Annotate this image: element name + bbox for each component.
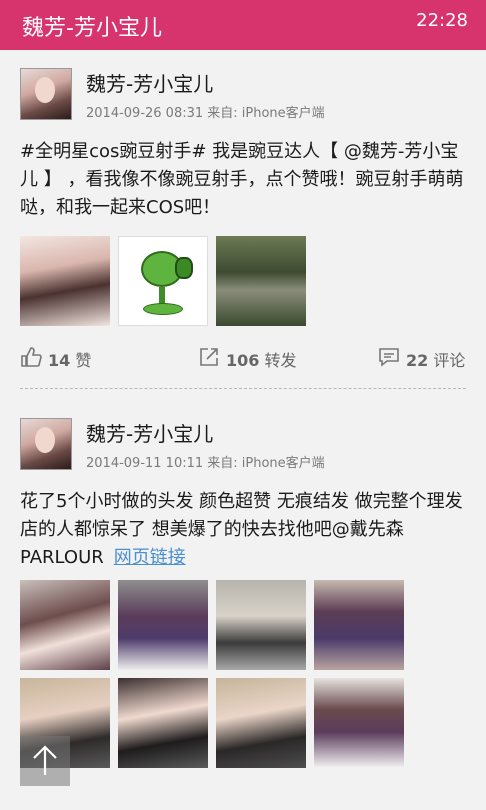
comment-count: 22 [406,351,429,370]
post-text: 花了5个小时做的头发 颜色超赞 无痕结发 做完整个理发店的人都惊呆了 想美爆了的… [20,491,463,568]
comment-icon [379,348,399,367]
post-author[interactable]: 魏芳-芳小宝儿 [86,68,213,97]
status-clock: 22:28 [416,10,468,31]
post-meta: 2014-09-26 08:31 来自: iPhone客户端 [86,106,325,121]
avatar[interactable] [20,418,72,470]
avatar[interactable] [20,68,72,120]
comment-label: 评论 [433,351,466,370]
post-image[interactable] [216,678,306,768]
like-count: 14 [48,351,71,370]
post-content: 花了5个小时做的头发 颜色超赞 无痕结发 做完整个理发店的人都惊呆了 想美爆了的… [20,488,476,572]
post-image[interactable] [216,580,306,670]
post-image[interactable] [20,236,110,326]
post-actions: 14 赞 106 转发 22 评论 [0,340,486,376]
post-content: #全明星cos豌豆射手# 我是豌豆达人【 @魏芳-芳小宝儿 】 ，看我像不像豌豆… [20,141,464,218]
post-image[interactable] [118,236,208,326]
share-icon [200,348,218,366]
scroll-to-top-button[interactable] [20,736,70,786]
post-image[interactable] [118,580,208,670]
like-label: 赞 [75,351,92,370]
post-image[interactable] [118,678,208,768]
thumbs-up-icon [21,347,42,367]
weibo-feed[interactable]: 魏芳-芳小宝儿 2014-09-26 08:31 来自: iPhone客户端 #… [0,50,486,810]
post-image[interactable] [20,580,110,670]
post-image[interactable] [314,678,404,768]
arrow-up-icon [33,745,57,775]
page-title: 魏芳-芳小宝儿 [22,16,162,41]
post-image[interactable] [314,580,404,670]
post-image[interactable] [216,236,306,326]
post-meta: 2014-09-11 10:11 来自: iPhone客户端 [86,456,325,471]
web-link[interactable]: 网页链接 [114,547,186,568]
app-header: 魏芳-芳小宝儿 22:28 [0,0,486,50]
post-divider [20,388,466,389]
post-author[interactable]: 魏芳-芳小宝儿 [86,418,213,447]
repost-label: 转发 [264,351,297,370]
repost-count: 106 [226,351,260,370]
